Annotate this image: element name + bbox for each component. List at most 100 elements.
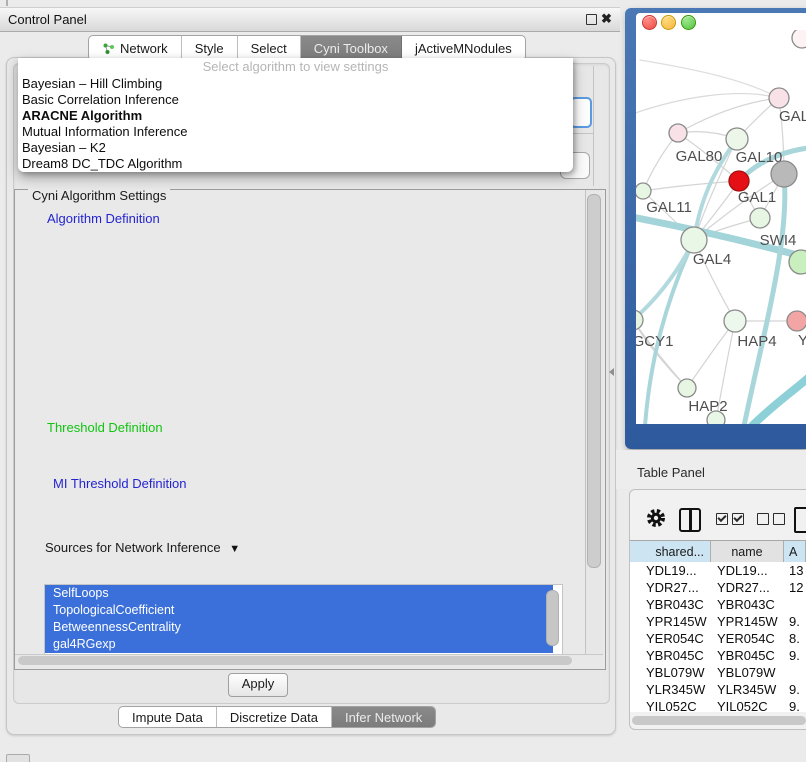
dropdown-item-mutual-information-inference[interactable]: Mutual Information Inference bbox=[18, 124, 573, 140]
settings-hscrollbar-thumb[interactable] bbox=[18, 656, 572, 665]
groupbox-cyni-settings-title: Cyni Algorithm Settings bbox=[28, 189, 170, 203]
table-cell: 9. bbox=[784, 698, 806, 712]
select-all-checkbox-icon[interactable] bbox=[716, 513, 728, 525]
deselect-all-checkbox-icon[interactable] bbox=[773, 513, 785, 525]
node-gal-pink[interactable] bbox=[769, 88, 789, 108]
attribute-item-topologicalcoefficient[interactable]: TopologicalCoefficient bbox=[45, 602, 553, 619]
bottom-tabbar: Impute DataDiscretize DataInfer Network bbox=[118, 706, 436, 728]
column-header-partial[interactable]: A bbox=[784, 541, 806, 563]
table-row[interactable]: YBR043CYBR043C bbox=[630, 596, 806, 613]
control-panel-title: Control Panel bbox=[8, 12, 87, 27]
settings-vscrollbar-thumb[interactable] bbox=[587, 194, 601, 568]
float-window-icon[interactable] bbox=[586, 14, 597, 25]
tab-network[interactable]: Network bbox=[89, 36, 182, 60]
node-top-right[interactable] bbox=[792, 30, 806, 48]
table-row[interactable]: YBR045CYBR045C9. bbox=[630, 647, 806, 664]
attribute-item-selfloops[interactable]: SelfLoops bbox=[45, 585, 553, 602]
attribute-item-betweennesscentrality[interactable]: BetweennessCentrality bbox=[45, 619, 553, 636]
node-gray[interactable] bbox=[771, 161, 797, 187]
table-row[interactable]: YDR27...YDR27...12 bbox=[630, 579, 806, 596]
table-row[interactable]: YIL052CYIL052C9. bbox=[630, 698, 806, 712]
table-cell: YDL19... bbox=[711, 562, 784, 579]
dropdown-item-dream8-dc-tdc-algorithm[interactable]: Dream8 DC_TDC Algorithm bbox=[18, 156, 573, 172]
node-swi4[interactable] bbox=[789, 250, 806, 274]
network-edge[interactable] bbox=[643, 181, 739, 191]
table-hscrollbar-thumb[interactable] bbox=[632, 716, 806, 725]
node-salmon-label: Y bbox=[798, 332, 806, 349]
network-edge[interactable] bbox=[752, 378, 806, 424]
tab-discretize-data[interactable]: Discretize Data bbox=[217, 707, 332, 727]
node-salmon[interactable] bbox=[787, 311, 806, 331]
node-bottom[interactable] bbox=[707, 411, 725, 424]
tab-style[interactable]: Style bbox=[182, 36, 238, 60]
tab-jactivemnodules[interactable]: jActiveMNodules bbox=[402, 36, 525, 60]
network-edge[interactable] bbox=[636, 240, 694, 320]
network-edge[interactable] bbox=[640, 60, 779, 98]
table-cell: 9. bbox=[784, 647, 806, 664]
tab-cyni-toolbox[interactable]: Cyni Toolbox bbox=[301, 36, 402, 60]
table-cell: 9. bbox=[784, 681, 806, 698]
table-cell: YIL052C bbox=[630, 698, 711, 712]
table-row[interactable]: YBL079WYBL079W bbox=[630, 664, 806, 681]
node-hap4[interactable] bbox=[724, 310, 746, 332]
tab-impute-data[interactable]: Impute Data bbox=[119, 707, 217, 727]
export-table-icon[interactable] bbox=[794, 507, 806, 533]
dropdown-item-basic-correlation-inference[interactable]: Basic Correlation Inference bbox=[18, 92, 573, 108]
table-cell: YLR345W bbox=[630, 681, 711, 698]
table-cell: 13 bbox=[784, 562, 806, 579]
network-edge[interactable] bbox=[643, 133, 678, 191]
table-cell: YLR345W bbox=[711, 681, 784, 698]
table-cell: 8. bbox=[784, 630, 806, 647]
network-canvas[interactable]: GALGAL80GAL10GAL1GAL11SWI4GAL4GCY1HAP4YH… bbox=[636, 30, 806, 424]
tab-infer-network[interactable]: Infer Network bbox=[332, 707, 435, 727]
dropdown-item-bayesian-k2[interactable]: Bayesian – K2 bbox=[18, 140, 573, 156]
dropdown-item-aracne-algorithm[interactable]: ARACNE Algorithm bbox=[18, 108, 573, 124]
gear-icon[interactable] bbox=[645, 507, 667, 529]
select-all-checkbox-icon[interactable] bbox=[732, 513, 744, 525]
groupbox-sources-title: Sources for Network Inference ▼ bbox=[41, 541, 244, 556]
window-zoom-traffic-light[interactable] bbox=[681, 15, 696, 30]
node-swi4-label: SWI4 bbox=[760, 232, 797, 249]
node-gal1[interactable] bbox=[750, 208, 770, 228]
table-row[interactable]: YLR345WYLR345W9. bbox=[630, 681, 806, 698]
bottom-left-partial-icon bbox=[6, 754, 30, 762]
algorithm-dropdown: Select algorithm to view settings Bayesi… bbox=[18, 58, 573, 172]
dropdown-item-bayesian-hill-climbing[interactable]: Bayesian – Hill Climbing bbox=[18, 76, 573, 92]
app-root: Control Panel ✖ NetworkStyleSelectCyni T… bbox=[0, 0, 806, 762]
hidden-groupbox-border bbox=[593, 66, 594, 186]
table-cell: YDR27... bbox=[630, 579, 711, 596]
split-columns-icon[interactable] bbox=[679, 508, 701, 532]
table-row[interactable]: YDL19...YDL19...13 bbox=[630, 562, 806, 579]
node-gal11-label: GAL11 bbox=[646, 199, 692, 216]
panel-divider-arrow-icon[interactable] bbox=[609, 368, 614, 376]
node-gal10[interactable] bbox=[726, 128, 748, 150]
collapse-down-icon[interactable]: ▼ bbox=[229, 542, 240, 556]
table-row[interactable]: YER054CYER054C8. bbox=[630, 630, 806, 647]
top-edge-mark bbox=[6, 0, 8, 6]
network-edge[interactable] bbox=[678, 98, 779, 133]
deselect-all-checkbox-icon[interactable] bbox=[757, 513, 769, 525]
node-red[interactable] bbox=[729, 171, 749, 191]
table-row[interactable]: YPR145WYPR145W9. bbox=[630, 613, 806, 630]
control-panel-titlebar: Control Panel ✖ bbox=[0, 7, 620, 32]
network-edge[interactable] bbox=[636, 94, 779, 120]
close-icon[interactable]: ✖ bbox=[601, 11, 612, 27]
list-scrollbar-thumb[interactable] bbox=[546, 590, 559, 646]
groupbox-mi-threshold-title: MI Threshold Definition bbox=[49, 477, 190, 491]
table-cell: 9. bbox=[784, 613, 806, 630]
tab-select[interactable]: Select bbox=[238, 36, 301, 60]
column-header-shared-name[interactable]: shared... bbox=[630, 541, 711, 563]
table-panel-title: Table Panel bbox=[637, 465, 705, 480]
attribute-item-gal4rgexp[interactable]: gal4RGexp bbox=[45, 636, 553, 653]
table-cell: YBR045C bbox=[711, 647, 784, 664]
node-gal11[interactable] bbox=[636, 183, 651, 199]
node-gal1-label: GAL1 bbox=[738, 189, 776, 206]
node-gal80[interactable] bbox=[669, 124, 687, 142]
node-hap2[interactable] bbox=[678, 379, 696, 397]
window-close-traffic-light[interactable] bbox=[642, 15, 657, 30]
column-header-name[interactable]: name bbox=[711, 541, 784, 563]
node-gal4-label: GAL4 bbox=[693, 251, 731, 268]
window-minimize-traffic-light[interactable] bbox=[661, 15, 676, 30]
node-gal4[interactable] bbox=[681, 227, 707, 253]
apply-button[interactable]: Apply bbox=[228, 673, 288, 697]
